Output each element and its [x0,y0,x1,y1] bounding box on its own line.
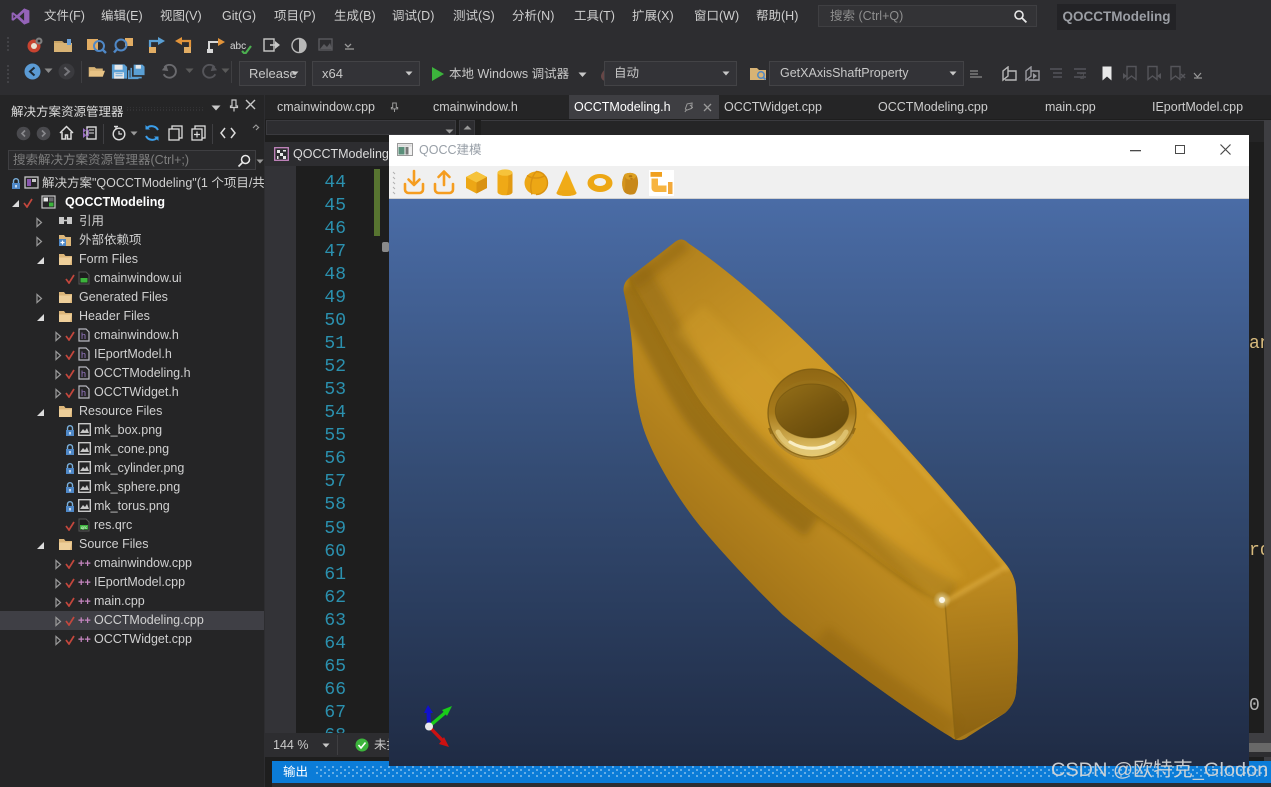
svg-text:2: 2 [1080,72,1085,81]
svg-text:++: ++ [78,577,91,588]
svg-text:++: ++ [78,558,91,569]
svg-text:++: ++ [78,634,91,645]
svg-text:h: h [81,350,86,360]
svg-text:++: ++ [78,615,91,626]
svg-text:h: h [81,331,86,341]
svg-text:h: h [81,369,86,379]
svg-text:h: h [81,388,86,398]
svg-text:abc: abc [230,41,246,52]
svg-text:qrc: qrc [81,525,88,530]
svg-text:++: ++ [78,596,91,607]
